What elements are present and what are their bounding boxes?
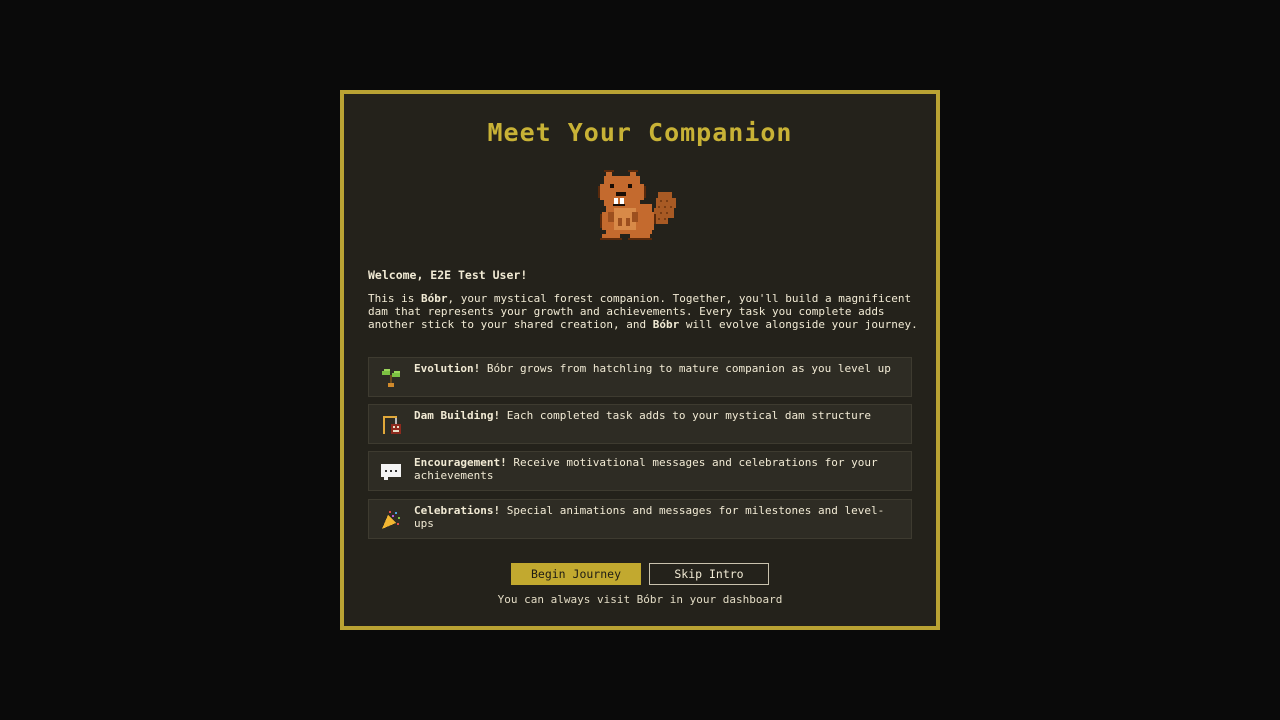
feature-label: Encouragement! bbox=[414, 456, 507, 469]
feature-text: Dam Building! Each completed task adds t… bbox=[414, 409, 903, 423]
companion-intro-modal: Meet Your Companion Welcome, E2E Test Us… bbox=[340, 90, 940, 630]
welcome-message: Welcome, E2E Test User! bbox=[368, 268, 528, 282]
feature-text: Evolution! Bóbr grows from hatchling to … bbox=[414, 362, 903, 376]
party-popper-icon bbox=[382, 511, 400, 529]
speech-bubble-icon bbox=[381, 464, 401, 480]
feature-label: Evolution! bbox=[414, 362, 481, 375]
feature-description: Each completed task adds to your mystica… bbox=[500, 409, 871, 422]
feature-text: Encouragement! Receive motivational mess… bbox=[414, 456, 903, 482]
feature-encouragement: Encouragement! Receive motivational mess… bbox=[368, 451, 912, 491]
construction-icon bbox=[383, 416, 401, 434]
intro-paragraph: This is Bóbr, your mystical forest compa… bbox=[368, 292, 920, 331]
modal-title: Meet Your Companion bbox=[487, 118, 793, 147]
feature-text: Celebrations! Special animations and mes… bbox=[414, 504, 903, 530]
companion-name: Bóbr bbox=[652, 318, 680, 331]
dashboard-hint: You can always visit Bóbr in your dashbo… bbox=[497, 593, 783, 606]
companion-name: Bóbr bbox=[420, 292, 448, 305]
intro-text: will evolve alongside your journey. bbox=[679, 318, 918, 331]
skip-intro-button[interactable]: Skip Intro bbox=[649, 563, 769, 585]
beaver-companion-icon bbox=[598, 170, 676, 240]
begin-journey-button[interactable]: Begin Journey bbox=[511, 563, 641, 585]
feature-label: Dam Building! bbox=[414, 409, 501, 422]
feature-label: Celebrations! bbox=[414, 504, 501, 517]
feature-celebrations: Celebrations! Special animations and mes… bbox=[368, 499, 912, 539]
feature-description: Bóbr grows from hatchling to mature comp… bbox=[480, 362, 891, 375]
feature-dam-building: Dam Building! Each completed task adds t… bbox=[368, 404, 912, 444]
intro-text: This is bbox=[368, 292, 421, 305]
feature-evolution: Evolution! Bóbr grows from hatchling to … bbox=[368, 357, 912, 397]
seedling-icon bbox=[382, 369, 400, 387]
